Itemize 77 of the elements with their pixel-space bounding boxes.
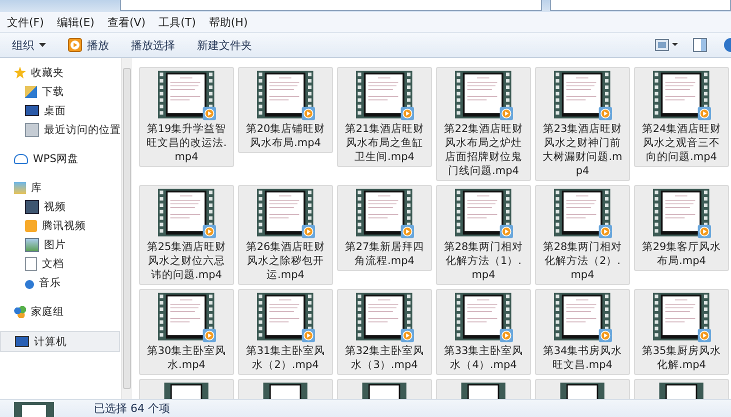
picture-icon	[25, 238, 39, 252]
recent-icon	[25, 122, 39, 136]
video-file-item[interactable]: 第20集店铺旺财风水布局.mp4	[238, 67, 333, 153]
sidebar-item[interactable]: 图片	[0, 235, 121, 254]
video-file-item[interactable]: 第27集新居拜四角流程.mp4	[337, 185, 432, 271]
video-thumbnail	[650, 70, 712, 121]
video-thumbnail	[354, 292, 416, 343]
caret-icon	[39, 43, 46, 47]
cloud-icon	[14, 154, 28, 164]
video-file-item[interactable]: 第26集酒店旺财风水之除秽包开运.mp4	[238, 185, 333, 285]
video-file-item[interactable]: 第22集酒店旺财风水布局之炉灶店面招牌财位鬼门线问题.mp4	[436, 67, 531, 181]
video-file-item[interactable]: 第32集主卧室风水（3）.mp4	[337, 289, 432, 375]
video-thumbnail	[254, 292, 316, 343]
status-text: 已选择 64 个项	[94, 401, 170, 417]
video-thumbnail	[156, 188, 218, 239]
sidebar-item[interactable]: 库	[0, 178, 121, 197]
video-thumbnail	[452, 188, 514, 239]
sidebar-item[interactable]: 腾讯视频	[0, 216, 121, 235]
view-icon[interactable]	[655, 39, 679, 51]
download-icon	[25, 86, 37, 98]
video-thumbnail	[452, 70, 514, 121]
video-file-item[interactable]: 第28集两门相对化解方法（2）.mp4	[535, 185, 630, 285]
video-thumbnail	[156, 292, 218, 343]
help-icon[interactable]	[721, 38, 731, 52]
menu-item[interactable]: 文件(F)	[2, 14, 52, 30]
video-file-item[interactable]: 第24集酒店旺财风水之观音三不向的问题.mp4	[634, 67, 729, 167]
video-thumbnail	[254, 70, 316, 121]
video-thumbnail	[552, 188, 614, 239]
video-file-item[interactable]: 第25集酒店旺财风水之财位六忌讳的问题.mp4	[139, 185, 234, 285]
preview-pane-icon[interactable]	[693, 38, 707, 52]
document-icon	[25, 256, 37, 270]
video-thumbnail	[650, 188, 712, 239]
video-icon	[25, 200, 39, 214]
sidebar-item[interactable]: WPS网盘	[0, 149, 121, 168]
video-file-item[interactable]: 第19集升学益智旺文昌的改运法.mp4	[139, 67, 234, 167]
toolbar-button[interactable]: 播放选择	[125, 36, 181, 54]
video-file-item[interactable]: 第23集酒店旺财风水之财神门前大树漏财问题.mp4	[535, 67, 630, 181]
video-file-item[interactable]: 第29集客厅风水布局.mp4	[634, 185, 729, 271]
library-icon	[14, 182, 26, 194]
video-thumbnail	[650, 292, 712, 343]
computer-icon	[15, 336, 29, 347]
video-file-item[interactable]: 第28集两门相对化解方法（1）.mp4	[436, 185, 531, 285]
sidebar-item[interactable]: 视频	[0, 197, 121, 216]
sidebar-item[interactable]: 文档	[0, 254, 121, 273]
tvideo-icon	[25, 220, 37, 232]
video-file-item[interactable]: 第34集书房风水旺文昌.mp4	[535, 289, 630, 375]
toolbar-button[interactable]: 播放	[62, 36, 115, 54]
video-file-item[interactable]: 第31集主卧室风水（2）.mp4	[238, 289, 333, 375]
video-file-item[interactable]: 第33集主卧室风水（4）.mp4	[436, 289, 531, 375]
menu-item[interactable]: 查看(V)	[102, 14, 154, 30]
sidebar-item[interactable]: 家庭组	[0, 302, 121, 321]
menu-item[interactable]: 帮助(H)	[204, 14, 256, 30]
video-thumbnail	[552, 70, 614, 121]
music-icon	[25, 280, 34, 288]
video-thumbnail	[354, 70, 416, 121]
video-thumbnail	[354, 188, 416, 239]
video-thumbnail	[452, 292, 514, 343]
video-file-item[interactable]: 第35集厨房风水化解.mp4	[634, 289, 729, 375]
homegroup-icon	[14, 306, 26, 318]
sidebar-item[interactable]: 桌面	[0, 101, 121, 120]
video-file-item[interactable]: 第21集酒店旺财风水布局之鱼缸卫生间.mp4	[337, 67, 432, 167]
toolbar-button[interactable]: 组织	[6, 36, 52, 54]
video-file-item[interactable]: 第30集主卧室风水.mp4	[139, 289, 234, 375]
sidebar-item[interactable]: 收藏夹	[0, 63, 121, 82]
video-thumbnail	[156, 70, 218, 121]
menu-item[interactable]: 工具(T)	[154, 14, 204, 30]
video-thumbnail	[254, 188, 316, 239]
play-icon	[68, 38, 82, 52]
video-thumbnail	[552, 292, 614, 343]
menu-item[interactable]: 编辑(E)	[52, 14, 102, 30]
sidebar-item[interactable]: 音乐	[0, 273, 121, 292]
sidebar-item[interactable]: 下载	[0, 82, 121, 101]
desktop-icon	[25, 105, 39, 116]
sidebar-item[interactable]: 计算机	[0, 331, 120, 352]
sidebar-item[interactable]: 最近访问的位置	[0, 120, 121, 139]
toolbar-button[interactable]: 新建文件夹	[191, 36, 258, 54]
file-thumbnail-icon	[14, 400, 54, 417]
